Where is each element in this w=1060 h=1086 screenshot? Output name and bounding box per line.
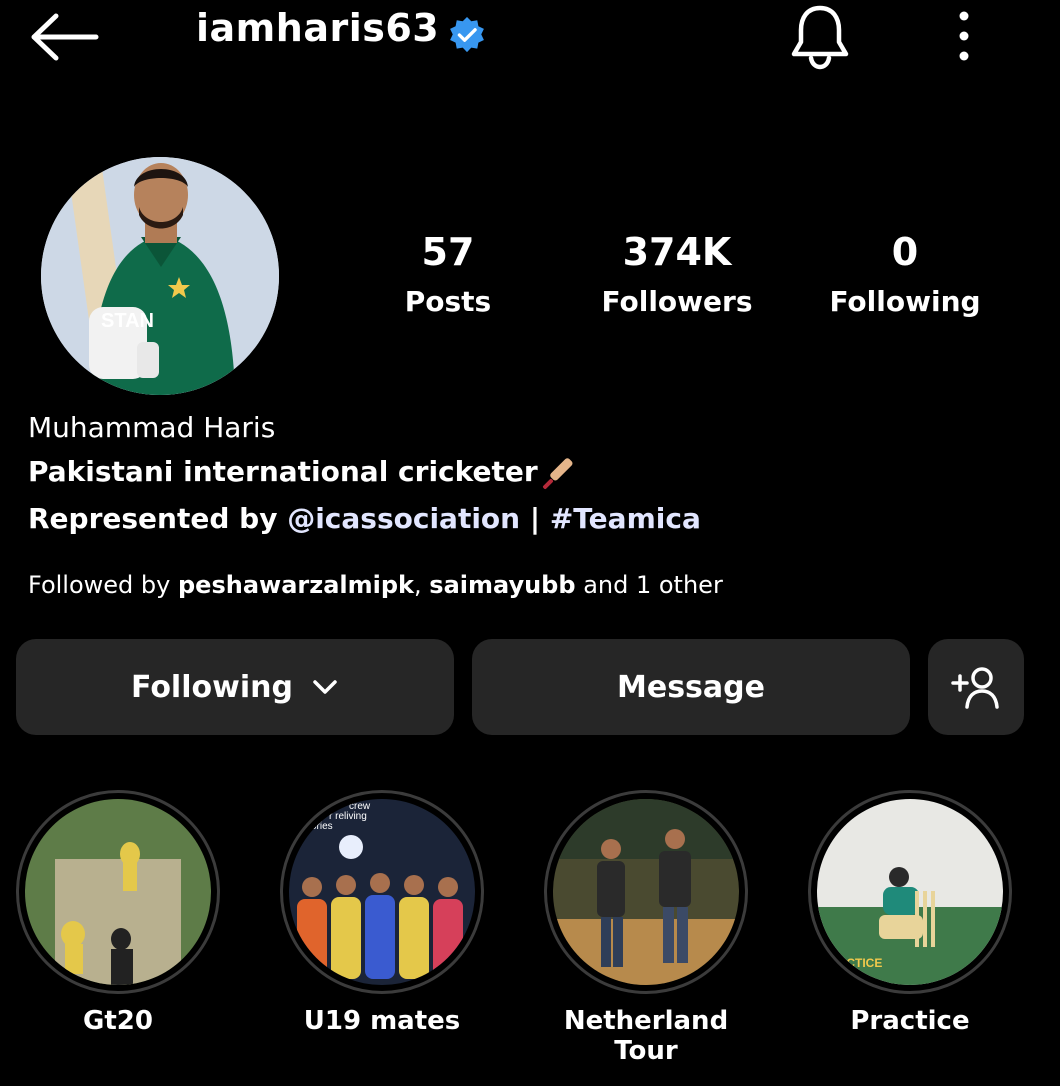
highlight-item[interactable]: Gt20 bbox=[16, 790, 226, 1036]
bell-icon[interactable] bbox=[788, 2, 852, 72]
message-button-label: Message bbox=[617, 669, 765, 705]
followed-by-user-1: peshawarzalmipk bbox=[178, 571, 414, 599]
followers-count: 374K bbox=[622, 230, 732, 274]
profile-avatar[interactable]: STAN bbox=[41, 157, 279, 395]
following-count: 0 bbox=[891, 230, 919, 274]
mention-link[interactable]: @icassociation bbox=[287, 502, 520, 535]
highlight-ring bbox=[544, 790, 748, 994]
highlight-item[interactable]: PRACTICE ES Practice bbox=[808, 790, 1018, 1036]
add-person-icon bbox=[951, 667, 999, 709]
svg-text:STAN: STAN bbox=[101, 310, 154, 332]
verified-badge-icon bbox=[450, 16, 484, 53]
followers-label: Followers bbox=[601, 285, 753, 318]
message-button[interactable]: Message bbox=[472, 639, 910, 735]
bio-description: Pakistani international cricketer bbox=[28, 452, 580, 493]
followed-by-prefix: Followed by bbox=[28, 571, 171, 599]
add-person-button[interactable] bbox=[928, 639, 1024, 735]
followed-by-comma: , bbox=[414, 571, 422, 599]
cricket-bat-icon bbox=[542, 458, 573, 490]
highlight-overlay-text: r reliving bbox=[329, 811, 367, 822]
highlight-overlay-text: ES bbox=[831, 968, 847, 982]
bio-separator: | bbox=[529, 502, 541, 535]
bio-full-name: Muhammad Haris bbox=[28, 411, 276, 444]
followed-by-suffix: and 1 other bbox=[583, 571, 723, 599]
followed-by[interactable]: Followed by peshawarzalmipk, saimayubb a… bbox=[28, 568, 723, 602]
hashtag-link[interactable]: #Teamica bbox=[550, 502, 701, 535]
posts-count: 57 bbox=[421, 230, 475, 274]
highlight-label: Practice bbox=[850, 1006, 970, 1036]
followed-by-user-2: saimayubb bbox=[429, 571, 576, 599]
stat-followers[interactable]: 374K Followers bbox=[567, 228, 787, 324]
highlight-cover: PRACTICE ES bbox=[817, 799, 1003, 985]
highlight-item[interactable]: Netherland Tour bbox=[544, 790, 754, 1066]
represented-prefix: Represented by bbox=[28, 502, 278, 535]
following-label: Following bbox=[829, 285, 981, 318]
posts-label: Posts bbox=[404, 285, 492, 318]
stat-following[interactable]: 0 Following bbox=[795, 228, 1015, 324]
highlight-ring: crew r reliving ories bbox=[280, 790, 484, 994]
profile-username: iamharis63 bbox=[196, 6, 440, 50]
highlight-label: Gt20 bbox=[83, 1006, 153, 1036]
more-options-icon[interactable] bbox=[950, 10, 978, 62]
bio-description-text: Pakistani international cricketer bbox=[28, 455, 538, 488]
highlight-label: Netherland Tour bbox=[563, 1006, 729, 1066]
highlight-overlay-text: PRACTICE bbox=[821, 956, 882, 970]
back-arrow-icon[interactable] bbox=[28, 12, 100, 62]
highlight-cover: crew r reliving ories bbox=[289, 799, 475, 985]
highlight-ring bbox=[16, 790, 220, 994]
following-button-label: Following bbox=[131, 669, 293, 705]
bio-represented: Represented by @icassociation | #Teamica bbox=[28, 498, 701, 540]
profile-photo: STAN bbox=[41, 157, 279, 395]
highlight-label: U19 mates bbox=[303, 1006, 461, 1036]
highlight-cover bbox=[553, 799, 739, 985]
stat-posts[interactable]: 57 Posts bbox=[338, 228, 558, 324]
chevron-down-icon bbox=[313, 680, 337, 694]
highlight-item[interactable]: crew r reliving ories U19 mates bbox=[280, 790, 490, 1036]
highlight-cover bbox=[25, 799, 211, 985]
highlight-ring: PRACTICE ES bbox=[808, 790, 1012, 994]
following-button[interactable]: Following bbox=[16, 639, 454, 735]
highlight-overlay-text: ories bbox=[311, 821, 333, 832]
